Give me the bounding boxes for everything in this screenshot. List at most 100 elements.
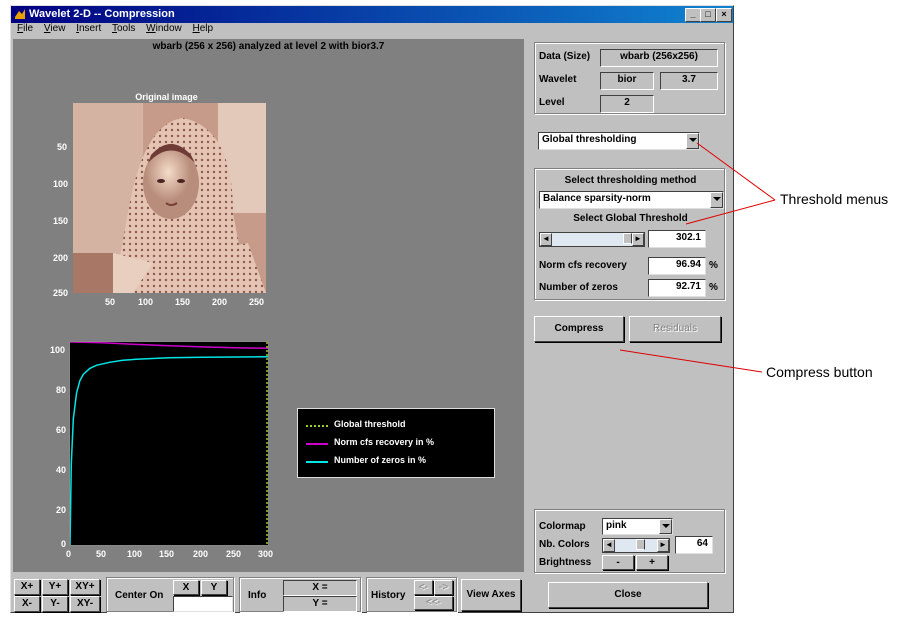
slider-right-arrow-icon[interactable]: ► (632, 233, 644, 246)
menu-insert[interactable]: Insert (76, 23, 101, 34)
center-on-x-button[interactable]: X (173, 580, 199, 595)
image-ytick: 150 (53, 216, 69, 226)
residuals-button[interactable]: Residuals (629, 316, 721, 342)
history-forward-button[interactable]: -> (434, 580, 453, 595)
title-bar: Wavelet 2-D -- Compression _ □ × (11, 6, 733, 23)
history-frame: History <- -> <<- (366, 577, 457, 612)
curve-svg (69, 341, 269, 546)
nb-colors-slider[interactable]: ◄ ► (602, 538, 670, 553)
menu-view[interactable]: View (44, 23, 66, 34)
brightness-plus-button[interactable]: + (636, 555, 668, 570)
chevron-down-icon[interactable] (710, 192, 723, 208)
compress-button[interactable]: Compress (534, 316, 624, 342)
info-label: Info (248, 590, 267, 601)
history-label: History (371, 590, 406, 601)
curve-xtick: 150 (159, 549, 175, 559)
zoom-y-minus-button[interactable]: Y- (42, 596, 68, 612)
menu-help[interactable]: Help (193, 23, 214, 34)
colormap-value: pink (606, 520, 627, 531)
curve-ytick: 20 (56, 505, 67, 515)
menu-window[interactable]: Window (146, 23, 182, 34)
threshold-type-menu[interactable]: Global thresholding (538, 132, 700, 150)
series-line (69, 356, 269, 546)
original-image[interactable] (73, 103, 266, 293)
legend-label: Number of zeros in % (334, 455, 427, 465)
image-ytick: 250 (53, 288, 69, 298)
threshold-input[interactable]: 302.1 (648, 230, 706, 248)
legend-label: Norm cfs recovery in % (334, 437, 435, 447)
history-reset-button[interactable]: <<- (414, 596, 453, 610)
compression-curve-plot[interactable] (69, 341, 269, 546)
curve-xtick: 50 (96, 549, 107, 559)
image-xtick: 200 (212, 297, 228, 307)
level-value: 2 (600, 95, 654, 113)
colormap-frame: Colormap pink Nb. Colors ◄ ► 64 Brightne… (534, 509, 725, 573)
level-label: Level (539, 97, 565, 108)
curve-ytick: 80 (56, 385, 67, 395)
data-size-label: Data (Size) (539, 51, 591, 62)
slider-thumb[interactable] (623, 233, 632, 244)
annotation-threshold-menus: Threshold menus (780, 191, 889, 207)
slider-left-arrow-icon[interactable]: ◄ (540, 233, 552, 246)
curve-xtick: 0 (66, 549, 72, 559)
wavelet-family: bior (600, 72, 654, 90)
image-xtick: 150 (175, 297, 191, 307)
legend-line-icon (306, 461, 328, 463)
image-xtick: 100 (138, 297, 154, 307)
threshold-frame: Select thresholding method Balance spars… (534, 168, 725, 300)
thresholding-method-menu[interactable]: Balance sparsity-norm (539, 191, 724, 209)
image-ytick: 50 (57, 142, 68, 152)
brightness-minus-button[interactable]: - (602, 555, 634, 570)
nb-colors-input[interactable]: 64 (675, 536, 713, 554)
wavelet-label: Wavelet (539, 74, 577, 85)
zoom-x-minus-button[interactable]: X- (14, 596, 40, 612)
maximize-button[interactable]: □ (700, 8, 716, 22)
slider-right-arrow-icon[interactable]: ► (657, 539, 669, 552)
wavelet-number: 3.7 (660, 72, 718, 90)
legend-line-icon (306, 443, 328, 445)
zeros-value[interactable]: 92.71 (648, 279, 706, 297)
history-back-button[interactable]: <- (414, 580, 433, 595)
norm-recovery-value[interactable]: 96.94 (648, 257, 706, 275)
curve-xtick: 300 (258, 549, 274, 559)
image-title: Original image (135, 92, 198, 102)
nb-colors-label: Nb. Colors (539, 539, 590, 550)
colormap-menu[interactable]: pink (602, 518, 673, 535)
zoom-xy-minus-button[interactable]: XY- (70, 596, 100, 612)
curve-ytick: 40 (56, 465, 67, 475)
menu-bar: File View Insert Tools Window Help (11, 23, 733, 37)
close-window-button[interactable]: × (716, 8, 732, 22)
chevron-down-icon[interactable] (659, 519, 672, 534)
center-on-label: Center On (115, 590, 164, 601)
minimize-button[interactable]: _ (685, 8, 701, 22)
threshold-type-value: Global thresholding (542, 134, 637, 145)
curve-ytick: 100 (50, 345, 66, 355)
method-value: Balance sparsity-norm (543, 193, 651, 204)
close-button[interactable]: Close (548, 582, 708, 608)
x-readout: X = (283, 580, 357, 596)
threshold-slider[interactable]: ◄ ► (539, 232, 645, 247)
slider-thumb[interactable] (636, 539, 645, 550)
global-threshold-title: Select Global Threshold (573, 213, 688, 224)
center-on-input[interactable] (173, 596, 233, 612)
image-xtick: 50 (105, 297, 116, 307)
series-line (69, 341, 269, 350)
norm-unit: % (709, 260, 718, 271)
window-title: Wavelet 2-D -- Compression (29, 8, 175, 20)
chevron-down-icon[interactable] (686, 133, 699, 149)
view-axes-button[interactable]: View Axes (461, 579, 521, 611)
curve-ytick: 60 (56, 425, 67, 435)
curve-ytick: 0 (61, 539, 67, 549)
menu-tools[interactable]: Tools (112, 23, 135, 34)
zoom-y-plus-button[interactable]: Y+ (42, 579, 68, 595)
zeros-unit: % (709, 282, 718, 293)
matlab-logo-icon (15, 9, 25, 19)
menu-file[interactable]: File (17, 23, 33, 34)
slider-left-arrow-icon[interactable]: ◄ (603, 539, 615, 552)
image-ytick: 200 (53, 253, 69, 263)
legend-line-icon (306, 425, 328, 427)
legend-label: Global threshold (334, 419, 406, 429)
zoom-x-plus-button[interactable]: X+ (14, 579, 40, 595)
zoom-xy-plus-button[interactable]: XY+ (70, 579, 100, 595)
center-on-y-button[interactable]: Y (201, 580, 227, 595)
